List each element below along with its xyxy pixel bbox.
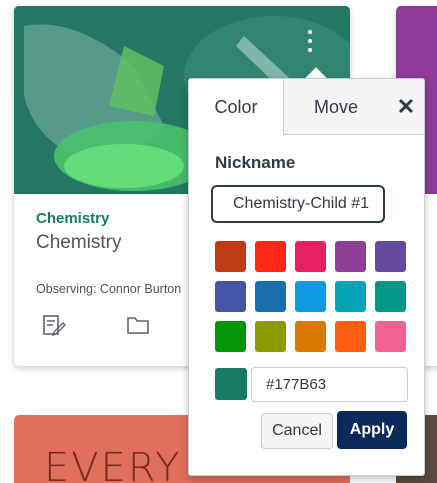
- color-swatch[interactable]: [295, 321, 326, 352]
- tab-color[interactable]: Color: [189, 79, 284, 135]
- tab-move[interactable]: Move: [284, 79, 388, 135]
- current-color-preview: [215, 368, 247, 400]
- color-swatch[interactable]: [295, 241, 326, 272]
- nickname-input[interactable]: [211, 185, 385, 223]
- color-swatch[interactable]: [375, 241, 406, 272]
- close-icon[interactable]: ✕: [388, 79, 424, 135]
- cancel-button[interactable]: Cancel: [261, 413, 333, 449]
- color-swatch[interactable]: [335, 321, 366, 352]
- color-swatch[interactable]: [375, 321, 406, 352]
- color-swatch[interactable]: [335, 241, 366, 272]
- color-swatch[interactable]: [375, 281, 406, 312]
- course-options-icon[interactable]: [304, 30, 316, 60]
- color-swatch[interactable]: [255, 321, 286, 352]
- course-code-link[interactable]: Chemistry: [36, 210, 109, 227]
- color-swatch[interactable]: [255, 281, 286, 312]
- course-card-hero-text: EVERY: [44, 445, 182, 483]
- color-swatch[interactable]: [215, 321, 246, 352]
- files-icon[interactable]: [126, 314, 150, 336]
- color-swatch[interactable]: [255, 241, 286, 272]
- popover-caret: [305, 67, 327, 78]
- color-swatch[interactable]: [335, 281, 366, 312]
- color-swatch[interactable]: [215, 281, 246, 312]
- apply-button[interactable]: Apply: [337, 411, 407, 449]
- hex-color-input[interactable]: [251, 367, 408, 402]
- color-popover: Color Move ✕ Nickname Cancel Apply: [188, 78, 425, 476]
- nickname-label: Nickname: [215, 153, 296, 172]
- assignments-icon[interactable]: [42, 314, 66, 337]
- color-swatch[interactable]: [215, 241, 246, 272]
- popover-tabs: Color Move ✕: [189, 79, 424, 135]
- color-swatch[interactable]: [295, 281, 326, 312]
- observing-label: Observing: Connor Burton: [36, 282, 182, 296]
- course-name: Chemistry: [36, 232, 122, 253]
